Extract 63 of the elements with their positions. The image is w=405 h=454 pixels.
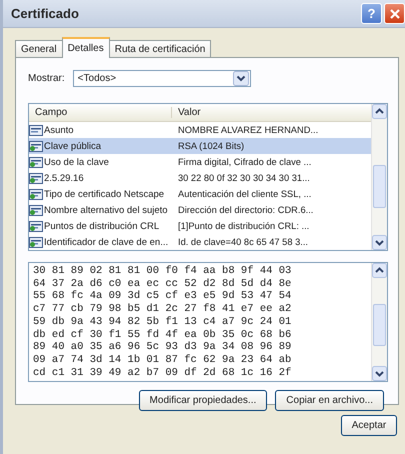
- scroll-up-button[interactable]: [372, 104, 387, 119]
- window-title: Certificado: [11, 6, 79, 21]
- hex-line: cd c1 31 39 49 a2 b7 09 df 2d 68 1c 16 2f: [33, 366, 292, 380]
- column-header[interactable]: Campo: [29, 107, 172, 118]
- field-name: Asunto: [44, 124, 75, 136]
- field-name: Identificador de clave de en...: [44, 236, 170, 248]
- field-row[interactable]: Nombre alternativo del sujeto Dirección del directorio: CDR.6...: [29, 202, 371, 218]
- scroll-up-button[interactable]: [372, 263, 387, 278]
- scroll-thumb[interactable]: [373, 165, 386, 208]
- scroll-down-button[interactable]: [372, 366, 387, 382]
- field-row[interactable]: Tipo de certificado Netscape Autenticación del cliente SSL, ...: [29, 186, 371, 202]
- field-row[interactable]: Identificador de clave de en... Id. de clave=40 8c 65 47 58 3...: [29, 234, 371, 250]
- field-row[interactable]: Asunto NOMBRE ALVAREZ HERNAND...: [29, 122, 371, 138]
- hex-line: 59 db 9a 43 94 82 5b f1 13 c4 a7 9c 24 01: [33, 316, 292, 329]
- certificate-icon: [29, 188, 43, 200]
- certificate-icon: [29, 172, 43, 184]
- certificate-icon: [29, 204, 43, 216]
- column-header[interactable]: Valor: [172, 107, 201, 118]
- field-name: Tipo de certificado Netscape: [44, 188, 166, 200]
- field-name: 2.5.29.16: [44, 172, 85, 184]
- certificate-icon: [29, 236, 43, 248]
- tab[interactable]: Ruta de certificación: [108, 40, 212, 57]
- scrollbar[interactable]: [371, 263, 387, 382]
- field-value: Firma digital, Cifrado de clave ...: [177, 157, 312, 167]
- field-row[interactable]: Clave pública RSA (1024 Bits): [29, 138, 371, 154]
- scroll-thumb[interactable]: [373, 304, 386, 346]
- certificate-icon: [29, 124, 43, 136]
- field-value: Dirección del directorio: CDR.6...: [177, 205, 314, 215]
- action-button[interactable]: Copiar en archivo...: [275, 390, 384, 412]
- action-button[interactable]: Modificar propiedades...: [138, 390, 268, 412]
- field-value: Autenticación del cliente SSL, ...: [177, 189, 312, 199]
- field-value: RSA (1024 Bits): [177, 141, 244, 151]
- detail-text-area[interactable]: [28, 262, 388, 382]
- show-dropdown[interactable]: <Todos>: [72, 70, 251, 87]
- scrollbar[interactable]: [371, 104, 387, 250]
- hex-line: 89 40 a0 35 a6 96 5c 93 d3 9a 34 08 96 89: [33, 341, 292, 354]
- field-value: [1]Punto de distribución CRL: ...: [177, 221, 310, 231]
- tab[interactable]: Detalles: [62, 37, 110, 58]
- field-name: Puntos de distribución CRL: [44, 220, 160, 232]
- certificate-icon: [29, 220, 43, 232]
- field-row[interactable]: Uso de la clave Firma digital, Cifrado de clave ...: [29, 154, 371, 170]
- field-value: 30 22 80 0f 32 30 30 34 30 31...: [177, 173, 310, 183]
- hex-line: 64 37 2a d6 c0 ea ec cc 52 d2 8d 5d d4 8e: [33, 278, 292, 290]
- show-label: Mostrar:: [28, 73, 65, 84]
- field-row[interactable]: 2.5.29.16 30 22 80 0f 32 30 30 34 30 31...: [29, 170, 371, 186]
- field-name: Uso de la clave: [44, 156, 110, 168]
- tab[interactable]: General: [15, 40, 63, 57]
- field-name: Nombre alternativo del sujeto: [44, 204, 169, 216]
- hex-line: 09 a7 74 3d 14 1b 01 87 fc 62 9a 23 64 ab: [33, 354, 292, 367]
- ok-button[interactable]: Aceptar: [341, 415, 397, 436]
- certificate-icon: [29, 156, 43, 168]
- close-icon: [390, 8, 400, 18]
- field-value: NOMBRE ALVAREZ HERNAND...: [177, 125, 318, 135]
- field-value: Id. de clave=40 8c 65 47 58 3...: [177, 237, 308, 247]
- close-button[interactable]: [384, 3, 405, 24]
- certificate-icon: [29, 140, 43, 152]
- field-row[interactable]: Puntos de distribución CRL [1]Punto de distribución CRL: ...: [29, 218, 371, 234]
- field-name: Clave pública: [44, 140, 102, 152]
- hex-line: c7 77 cb 79 98 b5 d1 2c 27 f8 41 e7 ee a2: [33, 303, 292, 316]
- hex-line: 30 81 89 02 81 81 00 f0 f4 aa b8 9f 44 03: [33, 265, 292, 278]
- scroll-down-button[interactable]: [372, 235, 387, 250]
- hex-line: db ed cf 30 f1 55 fd 4f ea 0b 35 0c 68 b6: [33, 328, 292, 341]
- hex-line: 55 68 fc 4a 09 3d c5 cf e3 e5 9d 53 47 54: [33, 290, 292, 303]
